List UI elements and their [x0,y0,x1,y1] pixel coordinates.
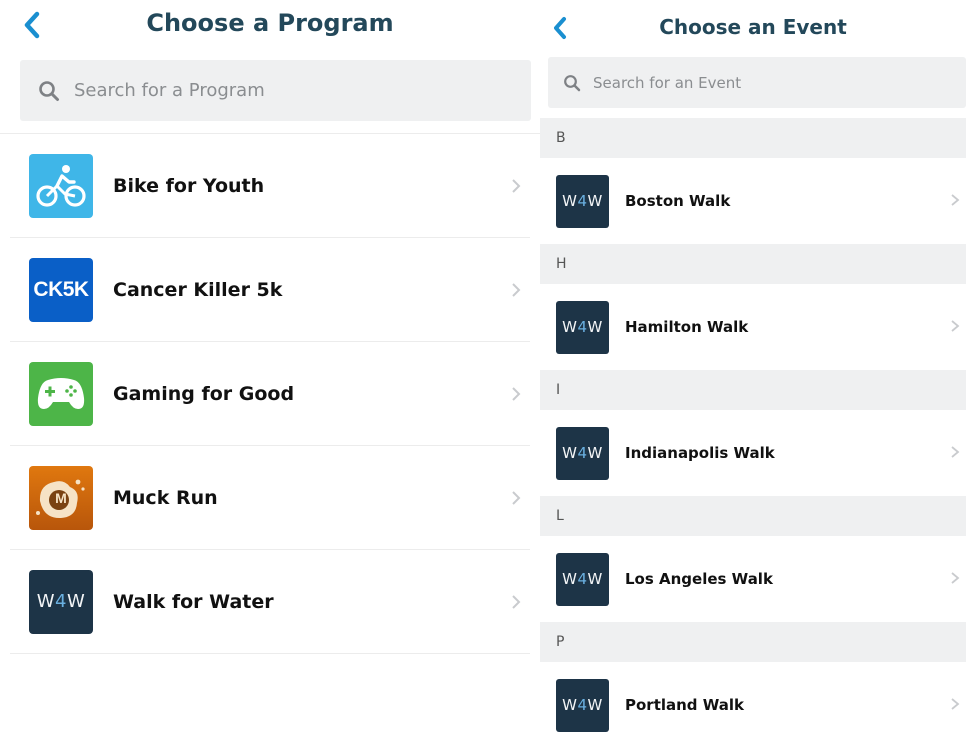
chevron-right-icon [512,491,521,505]
list-item-hamilton-walk[interactable]: W4W Hamilton Walk [540,284,966,370]
muck-run-logo-icon: M [29,465,93,530]
search-icon [564,74,581,91]
chevron-right-icon [951,572,960,584]
list-item-los-angeles-walk[interactable]: W4W Los Angeles Walk [540,536,966,622]
chevron-right-icon [951,698,960,710]
chevron-right-icon [951,320,960,332]
chevron-right-icon [951,194,960,206]
chevron-right-icon [512,595,521,609]
chevron-right-icon [512,387,521,401]
section-header-b: B [540,118,966,158]
event-label: Hamilton Walk [625,318,749,336]
event-label: Indianapolis Walk [625,444,775,462]
program-label: Muck Run [113,486,218,509]
section-header-l: L [540,496,966,536]
event-label: Portland Walk [625,696,745,714]
w4w-logo-icon: W4W [556,174,609,228]
chevron-right-icon [512,179,521,193]
list-item-walk-for-water[interactable]: W4W Walk for Water [10,550,530,654]
search-icon [39,80,59,101]
program-label: Gaming for Good [113,382,295,405]
list-item-gaming-for-good[interactable]: Gaming for Good [10,342,530,446]
events-header: Choose an Event [540,0,966,56]
page-title: Choose an Event [659,15,847,39]
section-header-i: I [540,370,966,410]
list-item-muck-run[interactable]: M Muck Run [10,446,530,550]
program-search-input[interactable]: Search for a Program [20,60,531,121]
search-placeholder: Search for a Program [74,80,265,101]
program-label: Cancer Killer 5k [113,278,283,301]
list-item-boston-walk[interactable]: W4W Boston Walk [540,158,966,244]
w4w-logo-icon: W4W [29,569,93,634]
program-label: Walk for Water [113,590,274,613]
event-label: Los Angeles Walk [625,570,773,588]
events-screen: Choose an Event Search for an Event B W4… [540,0,966,742]
w4w-logo-icon: W4W [556,552,609,606]
programs-screen: Choose a Program Search for a Program Bi… [0,0,540,742]
list-item-bike-for-youth[interactable]: Bike for Youth [10,134,530,238]
ck5k-logo-icon: CK5K [29,257,93,322]
gamepad-icon [29,361,93,426]
chevron-right-icon [951,446,960,458]
list-item-indianapolis-walk[interactable]: W4W Indianapolis Walk [540,410,966,496]
search-placeholder: Search for an Event [593,73,742,92]
program-label: Bike for Youth [113,174,265,197]
event-list: B W4W Boston Walk H W4W Hamilton Walk I … [540,118,966,742]
list-item-portland-walk[interactable]: W4W Portland Walk [540,662,966,742]
programs-header: Choose a Program [0,0,540,56]
chevron-right-icon [512,283,521,297]
program-list: Bike for Youth CK5K Cancer Killer 5k Gam… [0,133,540,654]
event-label: Boston Walk [625,192,731,210]
list-item-cancer-killer-5k[interactable]: CK5K Cancer Killer 5k [10,238,530,342]
cyclist-icon [29,153,93,218]
section-header-h: H [540,244,966,284]
w4w-logo-icon: W4W [556,426,609,480]
w4w-logo-icon: W4W [556,300,609,354]
w4w-logo-icon: W4W [556,678,609,732]
page-title: Choose a Program [146,9,394,37]
event-search-input[interactable]: Search for an Event [548,57,966,108]
section-header-p: P [540,622,966,662]
